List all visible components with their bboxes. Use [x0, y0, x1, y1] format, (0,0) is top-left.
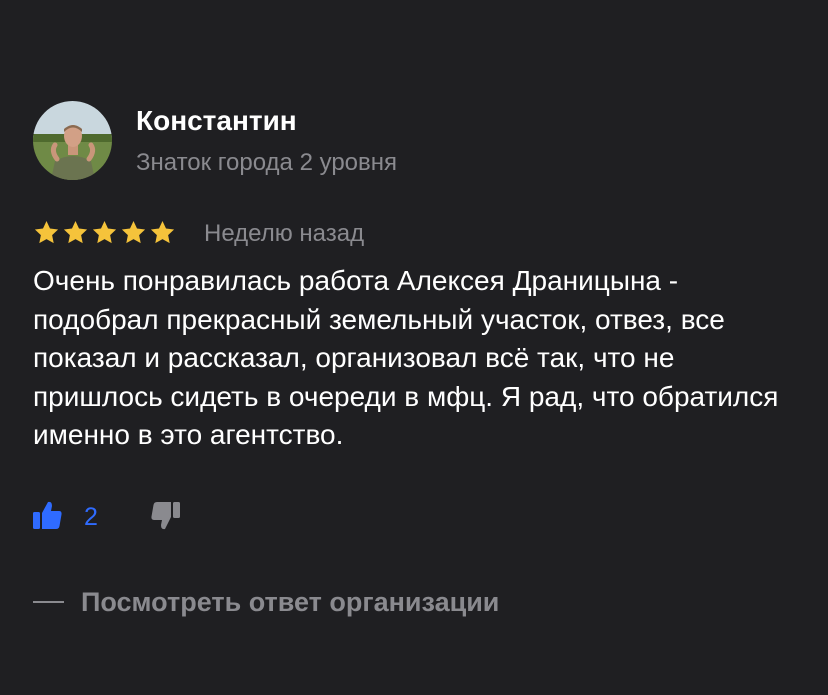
star-icon — [62, 219, 89, 247]
review-text: Очень понравилась работа Алексея Драницы… — [33, 265, 779, 450]
thumbs-down-icon — [150, 502, 182, 536]
avatar[interactable] — [33, 101, 112, 180]
like-button[interactable]: 2 — [31, 500, 98, 534]
view-org-reply-button[interactable]: Посмотреть ответ организации — [33, 584, 499, 620]
thumbs-up-icon — [31, 499, 63, 536]
dislike-button[interactable] — [150, 500, 186, 534]
author-name[interactable]: Константин — [136, 105, 297, 137]
star-icon — [149, 219, 176, 247]
rating-stars — [33, 219, 176, 247]
star-icon — [120, 219, 147, 247]
dash-divider — [33, 601, 64, 603]
author-level: Знаток города 2 уровня — [136, 149, 398, 176]
review-date: Неделю назад — [204, 220, 365, 247]
star-icon — [91, 219, 118, 247]
like-count: 2 — [84, 502, 98, 531]
star-icon — [33, 219, 60, 247]
view-org-reply-label: Посмотреть ответ организации — [81, 586, 500, 617]
review-card: Константин Знаток города 2 уровня Неделю… — [0, 0, 828, 695]
